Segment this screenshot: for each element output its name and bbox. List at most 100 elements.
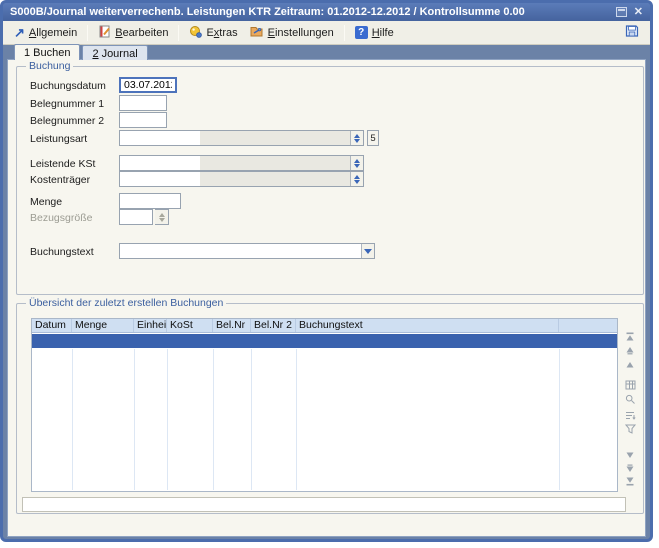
spin-down-icon — [354, 180, 360, 184]
bezugsgroesse-input — [119, 209, 153, 225]
belegnummer1-label: Belegnummer 1 — [30, 98, 104, 110]
column-header-datum[interactable]: Datum — [32, 319, 72, 332]
buchungstext-dropdown-button[interactable] — [361, 244, 374, 258]
tab-journal[interactable]: 2 Journal — [82, 45, 147, 60]
spin-down-icon — [159, 218, 165, 222]
grid-view-icon[interactable] — [623, 379, 637, 391]
table-header: Datum Menge Einheit KoSt Bel.Nr Bel.Nr 2… — [32, 319, 617, 333]
menge-input[interactable] — [119, 193, 181, 209]
tab-buchen-number: 1 — [24, 47, 30, 59]
restore-icon[interactable] — [616, 7, 627, 17]
menu-bearbeiten-label: Bearbeiten — [115, 27, 168, 39]
grid-footer-bar — [22, 497, 626, 512]
filter-icon[interactable] — [623, 423, 637, 435]
column-header-kost[interactable]: KoSt — [167, 319, 213, 332]
toolbar-separator — [344, 25, 345, 41]
buchungstext-label: Buchungstext — [30, 246, 94, 258]
chevron-down-icon — [364, 249, 372, 254]
toolbar-separator — [87, 25, 88, 41]
bezugsgroesse-spinner — [155, 209, 169, 225]
menu-allgemein[interactable]: ↗ Allgemein — [9, 24, 82, 41]
menu-bearbeiten[interactable]: Bearbeiten — [93, 23, 173, 43]
page-up-icon[interactable] — [623, 344, 637, 356]
save-floppy-icon — [625, 24, 639, 41]
search-icon[interactable] — [623, 393, 637, 405]
tab-page-buchen: Buchung Buchungsdatum Belegnummer 1 Bele… — [7, 59, 646, 537]
column-divider — [167, 349, 168, 490]
column-divider — [251, 349, 252, 490]
close-icon[interactable]: ✕ — [634, 7, 643, 18]
leistungsart-combo[interactable] — [119, 130, 364, 146]
leistende-kst-label: Leistende KSt — [30, 158, 95, 170]
selected-row[interactable] — [32, 334, 617, 348]
leistende-kst-combo[interactable] — [119, 155, 364, 171]
kostentraeger-combo[interactable] — [119, 171, 364, 187]
buchungsdatum-label: Buchungsdatum — [30, 80, 106, 92]
spin-down-icon — [354, 139, 360, 143]
menu-einstellungen-label: Einstellungen — [268, 27, 334, 39]
belegnummer1-input[interactable] — [119, 95, 167, 111]
bookings-table: Datum Menge Einheit KoSt Bel.Nr Bel.Nr 2… — [31, 318, 618, 492]
restore-box-glyph — [616, 7, 627, 17]
leistungsart-counter: 5 — [367, 130, 379, 146]
column-header-einheit[interactable]: Einheit — [134, 319, 167, 332]
page-down-icon[interactable] — [623, 462, 637, 474]
kostentraeger-combo-edit[interactable] — [120, 172, 200, 186]
spin-up-icon — [354, 175, 360, 179]
bezugsgroesse-spinner-button — [155, 210, 168, 224]
spin-up-icon — [159, 213, 165, 217]
edit-notepad-icon — [98, 25, 111, 41]
leistungsart-combo-edit[interactable] — [120, 131, 200, 145]
belegnummer2-input[interactable] — [119, 112, 167, 128]
belegnummer2-label: Belegnummer 2 — [30, 115, 104, 127]
leistungsart-spinner-button[interactable] — [350, 131, 363, 145]
window-title: S000B/Journal weiterverrechenb. Leistung… — [10, 6, 616, 18]
row-down-icon[interactable] — [623, 449, 637, 461]
column-header-belnr2[interactable]: Bel.Nr 2 — [251, 319, 296, 332]
column-divider — [559, 349, 560, 490]
menu-hilfe[interactable]: ? Hilfe — [350, 24, 399, 41]
column-header-blank[interactable] — [559, 319, 617, 332]
menu-extras-label: Extras — [206, 27, 237, 39]
tab-buchen[interactable]: 1 Buchen — [14, 44, 80, 60]
toolbar-separator — [178, 25, 179, 41]
last-row-icon[interactable] — [623, 475, 637, 487]
uebersicht-group-title: Übersicht der zuletzt erstellen Buchunge… — [26, 297, 226, 309]
menge-label: Menge — [30, 196, 62, 208]
column-divider — [134, 349, 135, 490]
leistende-kst-combo-edit[interactable] — [120, 156, 200, 170]
extras-bulb-icon — [189, 25, 202, 41]
first-row-icon[interactable] — [623, 331, 637, 343]
kostentraeger-spinner-button[interactable] — [350, 172, 363, 186]
column-header-menge[interactable]: Menge — [72, 319, 134, 332]
spin-up-icon — [354, 159, 360, 163]
title-bar[interactable]: S000B/Journal weiterverrechenb. Leistung… — [3, 3, 650, 21]
leistende-kst-spinner-button[interactable] — [350, 156, 363, 170]
menu-einstellungen[interactable]: Einstellungen — [245, 23, 339, 43]
menu-hilfe-label: Hilfe — [372, 27, 394, 39]
tab-bar: 1 Buchen 2 Journal — [14, 44, 150, 60]
save-button[interactable] — [620, 22, 644, 43]
leistungsart-label: Leistungsart — [30, 133, 87, 145]
tab-buchen-label: Buchen — [33, 47, 70, 59]
buchung-group-title: Buchung — [26, 60, 73, 72]
table-body[interactable] — [32, 333, 617, 491]
bezugsgroesse-label: Bezugsgröße — [30, 212, 92, 224]
buchungstext-combo[interactable] — [119, 243, 375, 259]
help-icon: ? — [355, 26, 368, 39]
tab-journal-label: Journal — [102, 48, 138, 60]
menu-extras[interactable]: Extras — [184, 23, 242, 43]
row-up-icon[interactable] — [623, 359, 637, 371]
settings-folder-icon — [250, 25, 264, 41]
sort-icon[interactable] — [623, 409, 637, 421]
window-controls: ✕ — [616, 7, 643, 18]
kostentraeger-label: Kostenträger — [30, 174, 90, 186]
column-header-buchungstext[interactable]: Buchungstext — [296, 319, 559, 332]
buchungsdatum-input[interactable] — [119, 77, 177, 93]
column-header-belnr[interactable]: Bel.Nr — [213, 319, 251, 332]
column-divider — [213, 349, 214, 490]
arrow-up-right-icon: ↗ — [14, 26, 25, 39]
tab-journal-number: 2 — [92, 48, 98, 60]
toolbar: ↗ Allgemein Bearbeiten Extras Einstellun… — [3, 21, 650, 45]
column-divider — [72, 349, 73, 490]
